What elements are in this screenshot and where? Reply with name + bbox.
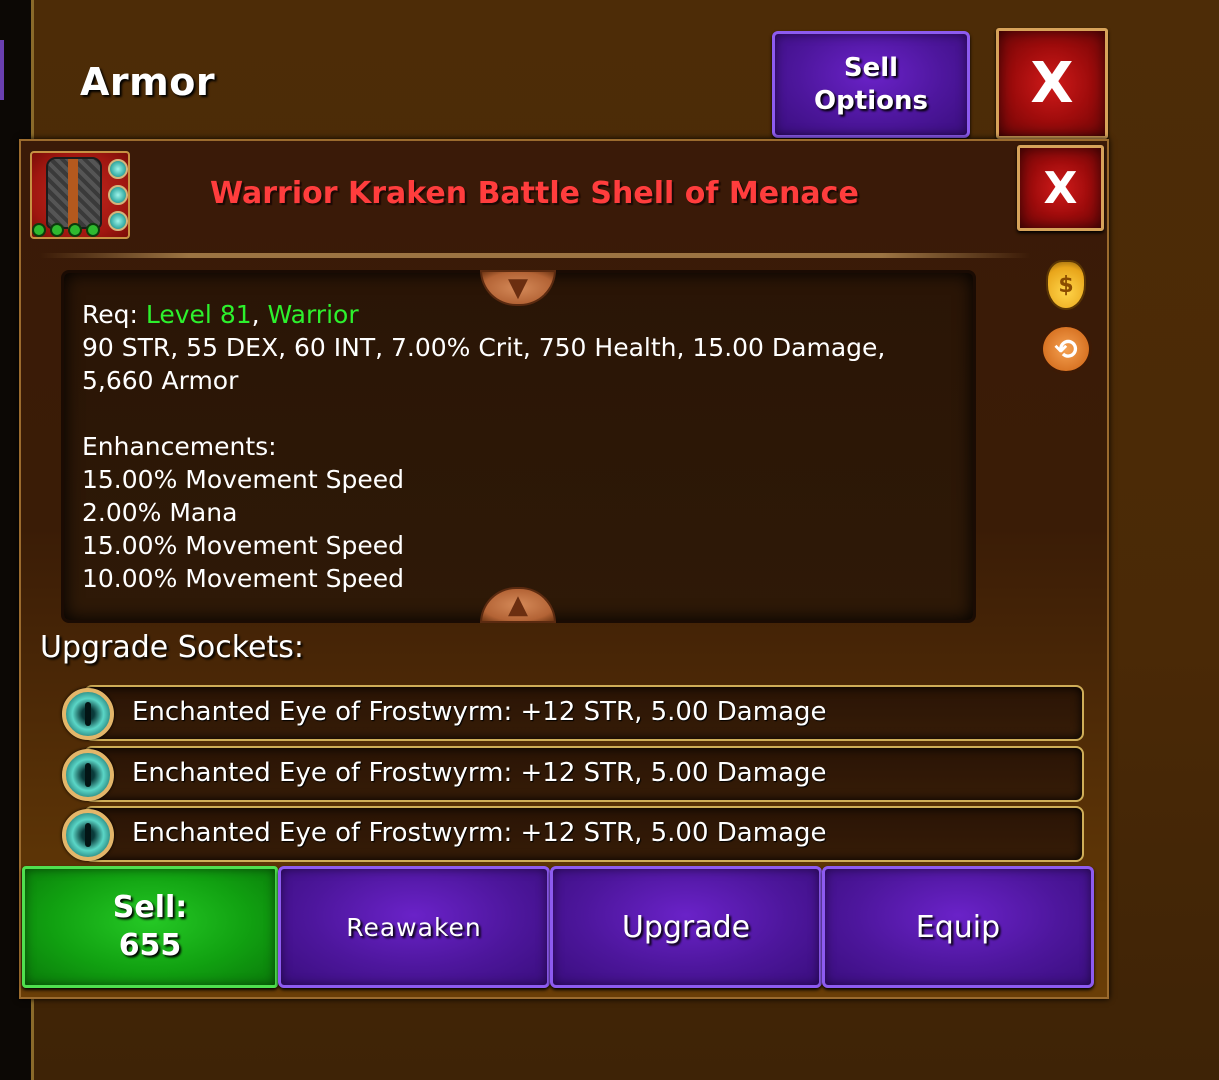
enhancement-item: 15.00% Movement Speed bbox=[82, 531, 405, 560]
enhancement-item: 15.00% Movement Speed bbox=[82, 465, 405, 494]
close-panel-button[interactable]: X bbox=[1017, 145, 1104, 231]
sell-options-label: Sell Options bbox=[814, 52, 928, 116]
socket-row-label: Enchanted Eye of Frostwyrm: +12 STR, 5.0… bbox=[132, 758, 827, 788]
stats-line: 5,660 Armor bbox=[82, 366, 239, 395]
level-pip-icon bbox=[68, 223, 82, 237]
page-title: Armor bbox=[80, 60, 216, 104]
socket-indicator-icon bbox=[108, 159, 128, 179]
socket-indicator-icon bbox=[108, 211, 128, 231]
chevron-up-icon: ▲ bbox=[508, 590, 528, 620]
frost-eye-gem-icon bbox=[62, 809, 114, 861]
level-pip-icon bbox=[32, 223, 46, 237]
armor-strap bbox=[68, 159, 78, 229]
enhancements-title: Enhancements: bbox=[82, 432, 277, 461]
reawaken-swirl-icon[interactable]: ⟲ bbox=[1040, 324, 1092, 374]
left-edge-accent bbox=[0, 40, 4, 100]
item-name: Warrior Kraken Battle Shell of Menace bbox=[210, 176, 859, 211]
equip-button[interactable]: Equip bbox=[822, 866, 1094, 988]
armor-chest-icon[interactable] bbox=[30, 151, 130, 239]
req-separator: , bbox=[251, 300, 260, 329]
level-pip-icon bbox=[50, 223, 64, 237]
item-description: Req: Level 81, Warrior 90 STR, 55 DEX, 6… bbox=[82, 298, 962, 595]
socket-indicator-icon bbox=[108, 185, 128, 205]
stats-line: 90 STR, 55 DEX, 60 INT, 7.00% Crit, 750 … bbox=[82, 333, 886, 362]
req-level: Level 81 bbox=[145, 300, 252, 329]
level-pip-icon bbox=[86, 223, 100, 237]
reawaken-button[interactable]: Reawaken bbox=[278, 866, 550, 988]
sell-options-button[interactable]: Sell Options bbox=[772, 31, 970, 138]
divider bbox=[40, 253, 1030, 258]
req-class: Warrior bbox=[267, 300, 359, 329]
socket-row-label: Enchanted Eye of Frostwyrm: +12 STR, 5.0… bbox=[132, 818, 827, 848]
req-label: Req: bbox=[82, 300, 138, 329]
money-bag-icon[interactable]: $ bbox=[1046, 260, 1086, 310]
socket-row-label: Enchanted Eye of Frostwyrm: +12 STR, 5.0… bbox=[132, 697, 827, 727]
sell-value: 655 bbox=[118, 928, 182, 963]
chevron-down-icon: ▼ bbox=[508, 273, 528, 303]
frost-eye-gem-icon bbox=[62, 749, 114, 801]
close-window-button[interactable]: X bbox=[996, 28, 1108, 139]
enhancement-item: 2.00% Mana bbox=[82, 498, 238, 527]
sell-button[interactable]: Sell: 655 bbox=[22, 866, 278, 988]
sell-label: Sell: bbox=[112, 890, 188, 925]
upgrade-button[interactable]: Upgrade bbox=[550, 866, 822, 988]
frost-eye-gem-icon bbox=[62, 688, 114, 740]
sockets-title: Upgrade Sockets: bbox=[40, 630, 304, 665]
